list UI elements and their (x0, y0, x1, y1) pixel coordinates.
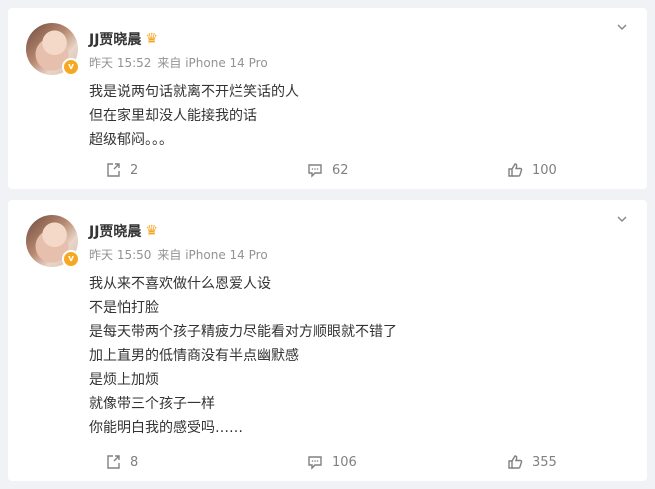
post-text-line: 就像带三个孩子一样 (89, 396, 215, 412)
post-text-line: 我是说两句话就离不开烂笑话的人 (89, 84, 299, 100)
thumbs-up-icon (508, 163, 523, 177)
chevron-down-icon[interactable] (615, 212, 629, 226)
author-row: JJ贾晓晨 ♛ (89, 29, 158, 49)
weibo-post-card: v JJ贾晓晨 ♛ 昨天 15:50 来自 iPhone 14 Pro 我从来不喜… (8, 200, 647, 481)
author-row: JJ贾晓晨 ♛ (89, 221, 158, 241)
post-text-line: 但在家里却没人能接我的话 (89, 108, 257, 124)
chevron-down-icon[interactable] (615, 20, 629, 34)
post-meta: 昨天 15:50 来自 iPhone 14 Pro (89, 246, 268, 263)
like-button[interactable]: 100 (506, 161, 557, 179)
crown-icon: ♛ (145, 223, 158, 239)
comment-count: 106 (332, 454, 357, 470)
post-meta: 昨天 15:52 来自 iPhone 14 Pro (89, 54, 268, 71)
post-text-line: 是烦上加烦 (89, 372, 159, 388)
post-text-line: 是每天带两个孩子精疲力尽能看对方顺眼就不错了 (89, 324, 397, 340)
post-text: 我是说两句话就离不开烂笑话的人 但在家里却没人能接我的话 超级郁闷。。。 (89, 80, 299, 152)
share-icon (107, 455, 120, 469)
comment-icon (308, 456, 322, 470)
avatar[interactable]: v (26, 23, 80, 76)
post-source: 来自 iPhone 14 Pro (157, 56, 268, 70)
action-bar: 2 62 100 (8, 155, 647, 189)
share-count: 8 (130, 454, 139, 470)
share-count: 2 (130, 162, 139, 178)
post-text-line: 超级郁闷。。。 (89, 132, 173, 148)
comment-count: 62 (332, 162, 349, 178)
share-button[interactable]: 2 (104, 161, 138, 179)
author-name[interactable]: JJ贾晓晨 (89, 221, 141, 241)
comment-icon (308, 164, 322, 178)
avatar[interactable]: v (26, 215, 80, 268)
crown-icon: ♛ (145, 31, 158, 47)
verified-v-icon: v (62, 58, 80, 76)
post-time[interactable]: 昨天 15:52 (89, 56, 151, 70)
post-text-line: 我从来不喜欢做什么恩爱人设 (89, 276, 271, 292)
author-name[interactable]: JJ贾晓晨 (89, 29, 141, 49)
post-text-line: 你能明白我的感受吗…… (89, 420, 243, 436)
action-bar: 8 106 355 (8, 447, 647, 481)
thumbs-up-icon (508, 455, 523, 469)
comment-button[interactable]: 106 (306, 453, 357, 471)
comment-button[interactable]: 62 (306, 161, 349, 179)
post-text-line: 加上直男的低情商没有半点幽默感 (89, 348, 299, 364)
weibo-post-card: v JJ贾晓晨 ♛ 昨天 15:52 来自 iPhone 14 Pro 我是说两句… (8, 8, 647, 189)
share-icon (107, 163, 120, 177)
like-button[interactable]: 355 (506, 453, 557, 471)
post-source: 来自 iPhone 14 Pro (157, 248, 268, 262)
like-count: 355 (532, 454, 557, 470)
share-button[interactable]: 8 (104, 453, 138, 471)
post-time[interactable]: 昨天 15:50 (89, 248, 151, 262)
like-count: 100 (532, 162, 557, 178)
verified-v-icon: v (62, 250, 80, 268)
post-text: 我从来不喜欢做什么恩爱人设 不是怕打脸 是每天带两个孩子精疲力尽能看对方顺眼就不… (89, 272, 397, 440)
post-text-line: 不是怕打脸 (89, 300, 159, 316)
